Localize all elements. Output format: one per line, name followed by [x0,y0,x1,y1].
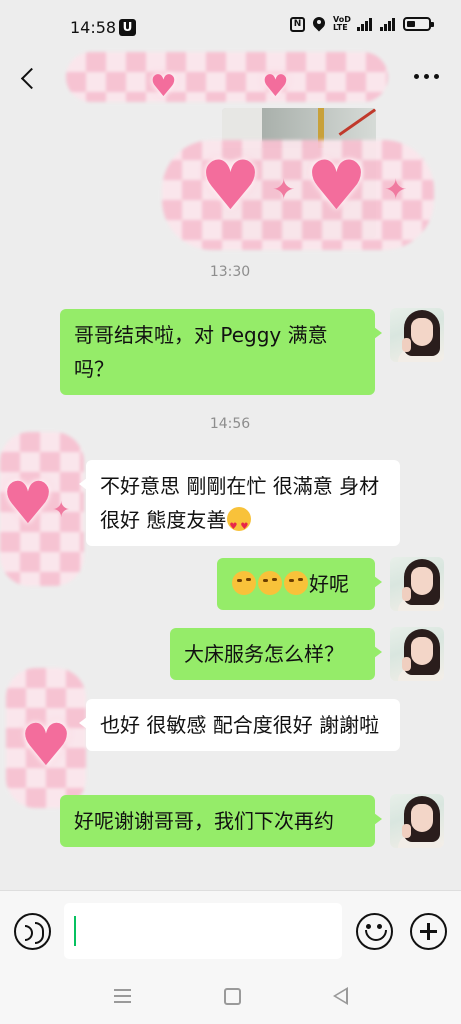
heart-sticker-icon: ♥ [262,69,289,104]
voice-input-icon[interactable] [14,913,51,950]
nfc-icon: N [290,16,305,32]
smiling-face-with-heart-eyes-icon [227,507,252,544]
sparkle-icon: ✦ [384,173,408,206]
message-timestamp: 14:56 [209,416,251,432]
message-input[interactable] [64,903,342,959]
message-input-bar [0,890,461,972]
chat-title-bar: ♥ ♥ [0,50,461,108]
message-text: 好呢 [309,572,349,596]
more-options-icon[interactable] [414,74,439,79]
outgoing-message-bubble[interactable]: 哥哥结束啦，对 Peggy 满意吗？ [60,309,382,395]
chat-title-obscured [66,52,388,102]
signal-5g-icon [357,17,372,31]
heart-sticker-icon: ♥ [20,711,72,779]
system-navigation-bar [0,972,461,1024]
volte-icon: VoD LTE [333,15,351,32]
status-icons: N VoD LTE [290,15,434,32]
message-text: 好呢谢谢哥哥，我们下次再约 [74,809,334,833]
sparkle-icon: ✦ [272,173,296,206]
outgoing-message-bubble[interactable]: 好呢 [217,558,382,610]
location-icon [313,17,325,32]
face-with-monocle-icon [258,571,282,595]
my-avatar[interactable] [390,794,444,848]
message-text: 哥哥结束啦，对 Peggy 满意吗？ [74,323,328,381]
back-arrow-icon[interactable] [12,62,46,96]
status-time: 14:58 [70,18,117,37]
face-with-monocle-icon [232,571,256,595]
face-with-monocle-icon [284,571,308,595]
signal-icon [380,17,395,31]
message-text: 大床服务怎么样？ [184,642,344,666]
battery-icon [403,17,434,31]
recent-apps-icon[interactable] [114,989,131,1003]
message-timestamp: 13:30 [209,264,251,280]
heart-sticker-icon: ♥ [200,147,261,226]
text-cursor [74,916,76,946]
my-avatar[interactable] [390,308,444,362]
app-notification-icon: U [119,19,136,36]
my-avatar[interactable] [390,627,444,681]
my-avatar[interactable] [390,557,444,611]
status-bar: 14:58 U N VoD LTE [0,0,461,50]
system-back-icon[interactable] [333,987,348,1005]
heart-sticker-icon: ♥ [306,147,367,226]
heart-sticker-icon: ♥ [150,69,177,104]
outgoing-message-bubble[interactable]: 好呢谢谢哥哥，我们下次再约 [60,795,382,847]
incoming-message-bubble[interactable]: 不好意思 剛剛在忙 很滿意 身材很好 態度友善 [79,460,400,546]
home-icon[interactable] [224,988,241,1005]
emoji-picker-icon[interactable] [356,913,393,950]
incoming-message-bubble[interactable]: 也好 很敏感 配合度很好 謝謝啦 [79,699,400,751]
outgoing-message-bubble[interactable]: 大床服务怎么样？ [170,628,382,680]
sparkle-icon: ✦ [52,498,71,523]
message-text: 也好 很敏感 配合度很好 謝謝啦 [100,713,380,737]
more-actions-plus-icon[interactable] [410,913,447,950]
heart-sticker-icon: ♥ [2,469,54,537]
